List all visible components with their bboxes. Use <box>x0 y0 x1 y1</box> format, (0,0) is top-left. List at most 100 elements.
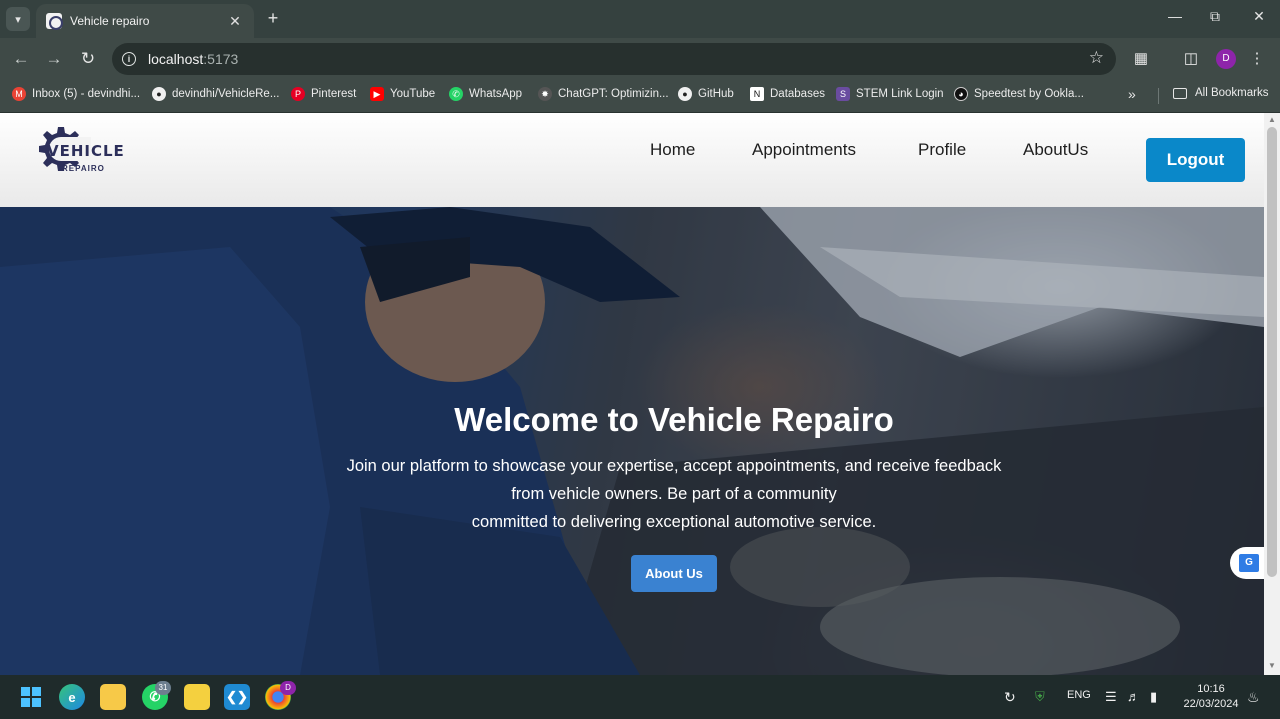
all-bookmarks-label: All Bookmarks <box>1195 87 1269 99</box>
github-icon: ● <box>152 87 166 101</box>
more-bookmarks-icon[interactable]: » <box>1128 86 1136 102</box>
hero-title: Welcome to Vehicle Repairo <box>454 401 894 438</box>
gmail-icon: M <box>12 87 26 101</box>
bookmark-whatsapp[interactable]: ✆ WhatsApp <box>449 87 522 101</box>
url-port: :5173 <box>203 51 239 67</box>
stemlink-icon: S <box>836 87 850 101</box>
browser-tab[interactable]: Vehicle repairo ✕ <box>36 4 254 38</box>
tab-search-button[interactable]: ▾ <box>6 7 30 31</box>
side-panel-icon[interactable]: ◫ <box>1180 48 1202 70</box>
bookmark-star-icon[interactable]: ☆ <box>1089 48 1104 68</box>
bookmarks-divider <box>1158 88 1159 104</box>
bookmark-label: Pinterest <box>311 88 357 100</box>
bookmark-pinterest[interactable]: P Pinterest <box>291 87 356 101</box>
github-icon: ● <box>678 87 692 101</box>
reload-icon[interactable]: ↻ <box>77 48 99 70</box>
google-translate-button[interactable]: G <box>1230 547 1264 579</box>
tab-close-icon[interactable]: ✕ <box>226 13 244 30</box>
bookmark-label: devindhi/VehicleRe... <box>172 88 280 100</box>
bookmark-label: GitHub <box>698 88 734 100</box>
bookmark-label: WhatsApp <box>469 88 523 100</box>
about-us-button[interactable]: About Us <box>631 555 717 592</box>
bookmark-github[interactable]: ● GitHub <box>678 87 734 101</box>
chrome-profile-badge: D <box>280 681 296 695</box>
whatsapp-icon: ✆ <box>449 87 463 101</box>
new-tab-button[interactable]: + <box>262 8 284 29</box>
scroll-thumb[interactable] <box>1267 127 1277 577</box>
nav-appointments[interactable]: Appointments <box>752 140 856 160</box>
bookmark-chatgpt[interactable]: ✸ ChatGPT: Optimizin... <box>538 87 669 101</box>
browser-toolbar: ← → ↻ i localhost:5173 ☆ ▦ ◫ ⋮ <box>0 38 1280 80</box>
bookmark-label: Speedtest by Ookla... <box>974 88 1084 100</box>
web-page: VEHICLE REPAIRO Home Appointments Profil… <box>0 113 1264 675</box>
extensions-puzzle-icon[interactable]: ▦ <box>1130 48 1152 70</box>
security-shield-icon[interactable]: ⛨ <box>1035 689 1045 705</box>
bookmark-label: YouTube <box>390 88 436 100</box>
notion-icon: N <box>750 87 764 101</box>
vscode-icon[interactable]: ❮❯ <box>224 684 250 710</box>
youtube-icon: ▶ <box>370 87 384 101</box>
page-scrollbar[interactable]: ▲ ▼ <box>1264 113 1280 675</box>
bookmark-github-repo[interactable]: ● devindhi/VehicleRe... <box>152 87 279 101</box>
pinterest-icon: P <box>291 87 305 101</box>
bookmark-stem-link[interactable]: S STEM Link Login <box>836 87 944 101</box>
close-window-button[interactable]: ✕ <box>1244 8 1274 25</box>
nav-profile[interactable]: Profile <box>918 140 966 160</box>
back-arrow-icon[interactable]: ← <box>10 48 32 70</box>
bookmark-youtube[interactable]: ▶ YouTube <box>370 87 435 101</box>
profile-avatar[interactable]: D <box>1216 49 1236 69</box>
wifi-icon[interactable]: ☰ <box>1105 689 1117 705</box>
edge-browser-icon[interactable]: e <box>59 684 85 710</box>
scroll-down-icon[interactable]: ▼ <box>1267 661 1277 670</box>
browser-tab-bar: ▾ Vehicle repairo ✕ + — ⧉ ✕ <box>0 0 1280 38</box>
bookmarks-bar: M Inbox (5) - devindhi... ● devindhi/Vehic… <box>0 80 1280 113</box>
bookmark-label: ChatGPT: Optimizin... <box>558 88 669 100</box>
nav-about-us[interactable]: AboutUs <box>1023 140 1088 160</box>
file-explorer-icon[interactable] <box>100 684 126 710</box>
translate-icon: G <box>1239 554 1259 572</box>
system-clock[interactable]: 10:16 22/03/2024 <box>1180 682 1242 712</box>
sync-icon[interactable]: ↻ <box>1004 689 1016 706</box>
bookmark-label: Inbox (5) - devindhi... <box>32 88 141 100</box>
forward-arrow-icon[interactable]: → <box>43 48 65 70</box>
site-header: VEHICLE REPAIRO Home Appointments Profil… <box>0 113 1264 207</box>
minimize-button[interactable]: — <box>1160 8 1190 24</box>
scroll-up-icon[interactable]: ▲ <box>1267 115 1277 124</box>
site-info-icon[interactable]: i <box>122 52 136 66</box>
hero-overlay <box>0 207 1264 675</box>
address-bar[interactable]: i localhost:5173 ☆ <box>112 43 1116 75</box>
all-bookmarks-folder[interactable]: All Bookmarks <box>1173 87 1269 99</box>
site-logo[interactable]: VEHICLE REPAIRO <box>28 121 124 187</box>
logo-subtitle: REPAIRO <box>62 164 105 173</box>
windows-start-icon[interactable] <box>18 684 44 710</box>
url-text: localhost:5173 <box>148 51 238 67</box>
hero-description: Join our platform to showcase your exper… <box>0 452 1264 536</box>
clock-date: 22/03/2024 <box>1183 698 1239 710</box>
speedtest-icon: ◕ <box>954 87 968 101</box>
bookmark-label: Databases <box>770 88 825 100</box>
bookmark-speedtest[interactable]: ◕ Speedtest by Ookla... <box>954 87 1084 101</box>
battery-icon[interactable]: ▮ <box>1150 689 1157 705</box>
windows-taskbar: e ✆ 31 ❮❯ D ↻ ⛨ ENG ☰ ♬ ▮ 10:16 22/03/20… <box>0 675 1280 719</box>
hero-line-2: from vehicle owners. Be part of a commun… <box>511 485 837 503</box>
logout-button[interactable]: Logout <box>1146 138 1245 182</box>
sticky-notes-icon[interactable] <box>184 684 210 710</box>
url-host: localhost <box>148 51 204 67</box>
restore-button[interactable]: ⧉ <box>1200 8 1230 25</box>
chatgpt-icon: ✸ <box>538 87 552 101</box>
bookmark-databases[interactable]: N Databases <box>750 87 825 101</box>
volume-icon[interactable]: ♬ <box>1127 689 1140 704</box>
logo-wordmark: VEHICLE <box>47 142 125 160</box>
hero-section: Welcome to Vehicle Repairo Join our plat… <box>0 207 1264 675</box>
hero-line-1: Join our platform to showcase your exper… <box>346 457 1002 475</box>
bookmark-gmail[interactable]: M Inbox (5) - devindhi... <box>12 87 140 101</box>
language-indicator[interactable]: ENG <box>1067 689 1091 701</box>
bookmark-label: STEM Link Login <box>856 88 944 100</box>
notification-bell-icon[interactable]: ♨ <box>1247 689 1260 706</box>
tab-favicon-icon <box>46 13 63 30</box>
hero-line-3: committed to delivering exceptional auto… <box>471 513 877 531</box>
tab-title: Vehicle repairo <box>70 14 150 28</box>
nav-home[interactable]: Home <box>650 140 695 160</box>
more-menu-icon[interactable]: ⋮ <box>1246 48 1268 70</box>
clock-time: 10:16 <box>1197 683 1225 695</box>
